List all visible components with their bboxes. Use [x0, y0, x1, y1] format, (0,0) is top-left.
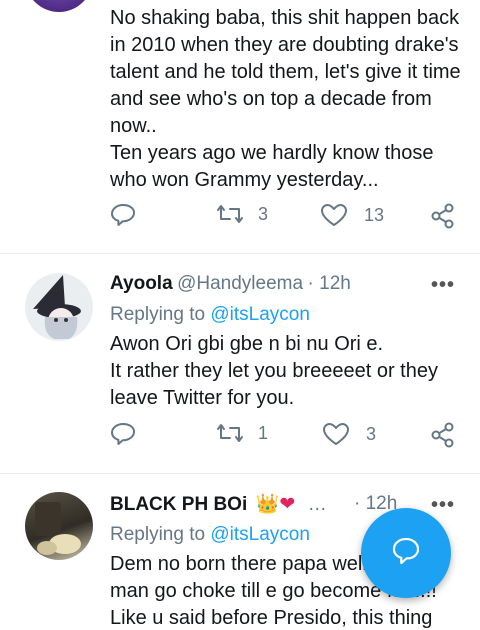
- replying-to-label: Replying to: [110, 524, 206, 545]
- retweet-icon: [216, 203, 244, 225]
- share-button[interactable]: [430, 203, 456, 229]
- reply-icon: [110, 203, 136, 227]
- more-options-icon[interactable]: •••: [431, 494, 455, 517]
- more-options-icon[interactable]: •••: [431, 274, 455, 297]
- tweet-actions: 3 13: [0, 203, 480, 243]
- avatar[interactable]: [25, 0, 93, 12]
- share-icon: [430, 422, 456, 448]
- avatar[interactable]: [25, 492, 93, 560]
- heart-icon: [322, 422, 350, 446]
- compose-reply-button[interactable]: [361, 508, 451, 598]
- tweet-header: BLACK PH BOi 👑❤ …: [110, 492, 327, 516]
- share-icon: [430, 203, 456, 229]
- like-button[interactable]: 3: [322, 422, 376, 446]
- tweet-actions: 1 3: [0, 422, 480, 462]
- divider: [0, 253, 480, 254]
- timestamp[interactable]: · 12h: [308, 273, 351, 294]
- user-handle[interactable]: @Handyleema: [177, 273, 303, 294]
- divider: [0, 473, 480, 474]
- like-count: 13: [364, 204, 385, 225]
- reply-button[interactable]: [110, 203, 136, 227]
- name-truncation: …: [307, 494, 327, 515]
- retweet-count: 3: [258, 203, 269, 224]
- tweet-text: Awon Ori gbi gbe n bi nu Ori e. It rathe…: [110, 333, 438, 409]
- display-name[interactable]: Ayoola: [110, 273, 173, 294]
- replying-to-label: Replying to: [110, 304, 206, 325]
- display-name[interactable]: BLACK PH BOi: [110, 494, 247, 515]
- mention-link[interactable]: @itsLaycon: [210, 304, 310, 325]
- retweet-button[interactable]: 1: [216, 422, 268, 444]
- heart-icon: [320, 203, 348, 227]
- avatar[interactable]: [25, 273, 93, 341]
- like-count: 3: [366, 423, 377, 444]
- mention-link[interactable]: @itsLaycon: [210, 524, 310, 545]
- replying-to: Replying to @itsLaycon: [110, 524, 310, 546]
- reply-button[interactable]: [110, 422, 136, 446]
- tweet-text: No shaking baba, this shit happen back i…: [110, 7, 461, 191]
- chat-bubble-icon: [390, 535, 422, 572]
- like-button[interactable]: 13: [320, 203, 384, 227]
- retweet-button[interactable]: 3: [216, 203, 268, 225]
- retweet-icon: [216, 422, 244, 444]
- crown-heart-emoji: 👑❤: [255, 494, 296, 515]
- reply-icon: [110, 422, 136, 446]
- replying-to: Replying to @itsLaycon: [110, 304, 310, 326]
- tweet-header: Ayoola @Handyleema · 12h: [110, 273, 351, 295]
- retweet-count: 1: [258, 422, 269, 443]
- share-button[interactable]: [430, 422, 456, 448]
